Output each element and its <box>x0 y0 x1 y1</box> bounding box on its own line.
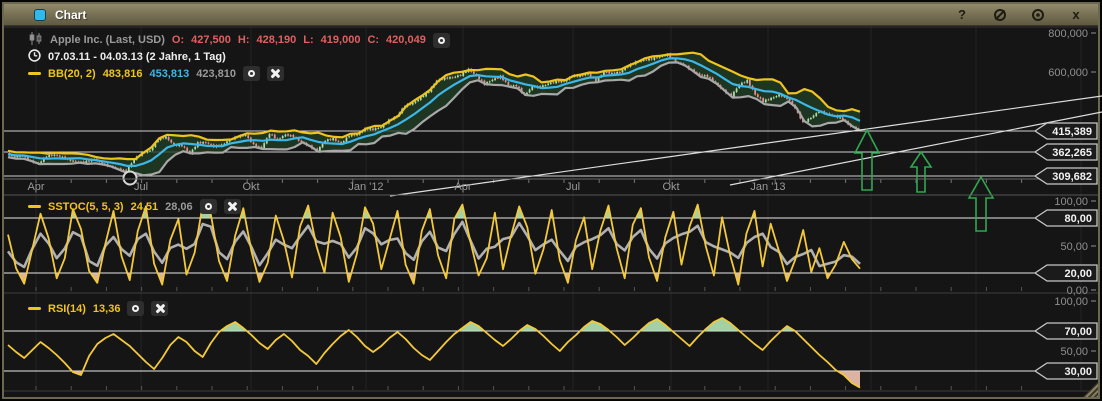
price-tag-text: 362,265 <box>1052 147 1092 159</box>
ohlc-open-value: 427,500 <box>191 34 231 46</box>
price-tag-text: 309,682 <box>1052 171 1092 183</box>
help-button[interactable]: ? <box>954 7 970 23</box>
sstoc-tag-text: 20,00 <box>1064 268 1092 280</box>
app-icon <box>34 8 46 21</box>
close-button[interactable]: x <box>1068 7 1084 23</box>
ohlc-close-label: C: <box>367 34 380 46</box>
bb-middle-value: 453,813 <box>149 67 190 80</box>
rsi-axis-label: 100,00 <box>1054 296 1088 308</box>
rsi-tag-text: 70,00 <box>1064 326 1092 338</box>
title-bar[interactable]: Chart ? x <box>4 4 1098 26</box>
date-range: 07.03.11 - 04.03.13 (2 Jahre, 1 Tag) <box>48 51 226 63</box>
ohlc-high-label: H: <box>237 34 250 46</box>
target-icon[interactable] <box>1030 7 1046 23</box>
circle-icon <box>204 203 212 210</box>
bb-legend-row: BB(20, 2) 483,816 453,813 423,810 <box>28 66 284 81</box>
time-axis-label: Apr <box>454 181 471 193</box>
instrument-name: Apple Inc. (Last, USD) <box>50 34 165 46</box>
clock-icon <box>28 49 41 65</box>
rsi-remove-button[interactable] <box>151 301 169 316</box>
bb-upper-value: 483,816 <box>102 67 143 80</box>
sstoc-axis-label: 100,00 <box>1054 196 1088 208</box>
ohlc-open-label: O: <box>171 34 185 46</box>
rsi-settings-button[interactable] <box>127 301 145 316</box>
bb-lower-value: 423,810 <box>196 67 236 80</box>
ohlc-close-value: 420,049 <box>386 34 426 46</box>
range-legend-row: 07.03.11 - 04.03.13 (2 Jahre, 1 Tag) <box>28 49 226 65</box>
refresh-icon[interactable] <box>992 7 1008 23</box>
time-axis-label: Jan '13 <box>750 181 785 193</box>
candlestick-icon <box>28 32 43 48</box>
ohlc-low-label: L: <box>303 34 314 46</box>
bb-line-icon <box>28 72 41 75</box>
rsi-tag-text: 30,00 <box>1064 366 1092 378</box>
sstoc-k-value: 24,51 <box>130 200 159 213</box>
sstoc-remove-button[interactable] <box>223 199 241 214</box>
close-icon <box>271 69 280 78</box>
time-axis-label: Okt <box>242 181 259 193</box>
rsi-name: RSI(14) <box>48 302 86 315</box>
sstoc-line-icon <box>28 205 41 208</box>
circle-icon <box>132 305 140 312</box>
sstoc-name: SSTOC(5, 5, 3) <box>48 200 124 213</box>
close-icon <box>155 304 164 313</box>
instrument-legend-row: Apple Inc. (Last, USD) O: 427,500 H: 428… <box>28 32 450 48</box>
sstoc-tag-text: 80,00 <box>1064 213 1092 225</box>
circle-icon <box>437 36 445 44</box>
rsi-value: 13,36 <box>92 302 121 315</box>
time-axis-label: Okt <box>662 181 679 193</box>
price-axis-label: 800,000 <box>1048 28 1088 40</box>
sstoc-d-value: 28,06 <box>165 200 193 213</box>
bb-settings-button[interactable] <box>242 66 260 81</box>
rsi-legend-row: RSI(14) 13,36 <box>28 301 169 316</box>
bb-remove-button[interactable] <box>266 66 284 81</box>
chart-window: 800,000 600,000 100,00 50,00 0,00 100,00 50,00… <box>0 0 1102 401</box>
bb-name: BB(20, 2) <box>48 67 96 80</box>
window-title: Chart <box>55 7 87 22</box>
time-axis-label: Jul <box>134 181 148 193</box>
price-tag-text: 415,389 <box>1052 126 1092 138</box>
sstoc-legend-row: SSTOC(5, 5, 3) 24,51 28,06 <box>28 199 241 214</box>
time-axis-label: Apr <box>27 181 44 193</box>
time-axis-label: Jul <box>566 181 580 193</box>
price-axis-label: 600,000 <box>1048 67 1088 79</box>
close-icon <box>228 202 237 211</box>
rsi-axis-label: 50,00 <box>1060 346 1088 358</box>
time-axis-label: Jan '12 <box>348 181 383 193</box>
ohlc-high-value: 428,190 <box>256 34 297 46</box>
sstoc-settings-button[interactable] <box>199 199 217 214</box>
sstoc-axis-label: 50,00 <box>1060 241 1088 253</box>
circle-icon <box>247 70 255 77</box>
instrument-settings-button[interactable] <box>432 32 450 48</box>
rsi-line-icon <box>28 307 41 310</box>
ohlc-low-value: 419,000 <box>320 34 361 46</box>
